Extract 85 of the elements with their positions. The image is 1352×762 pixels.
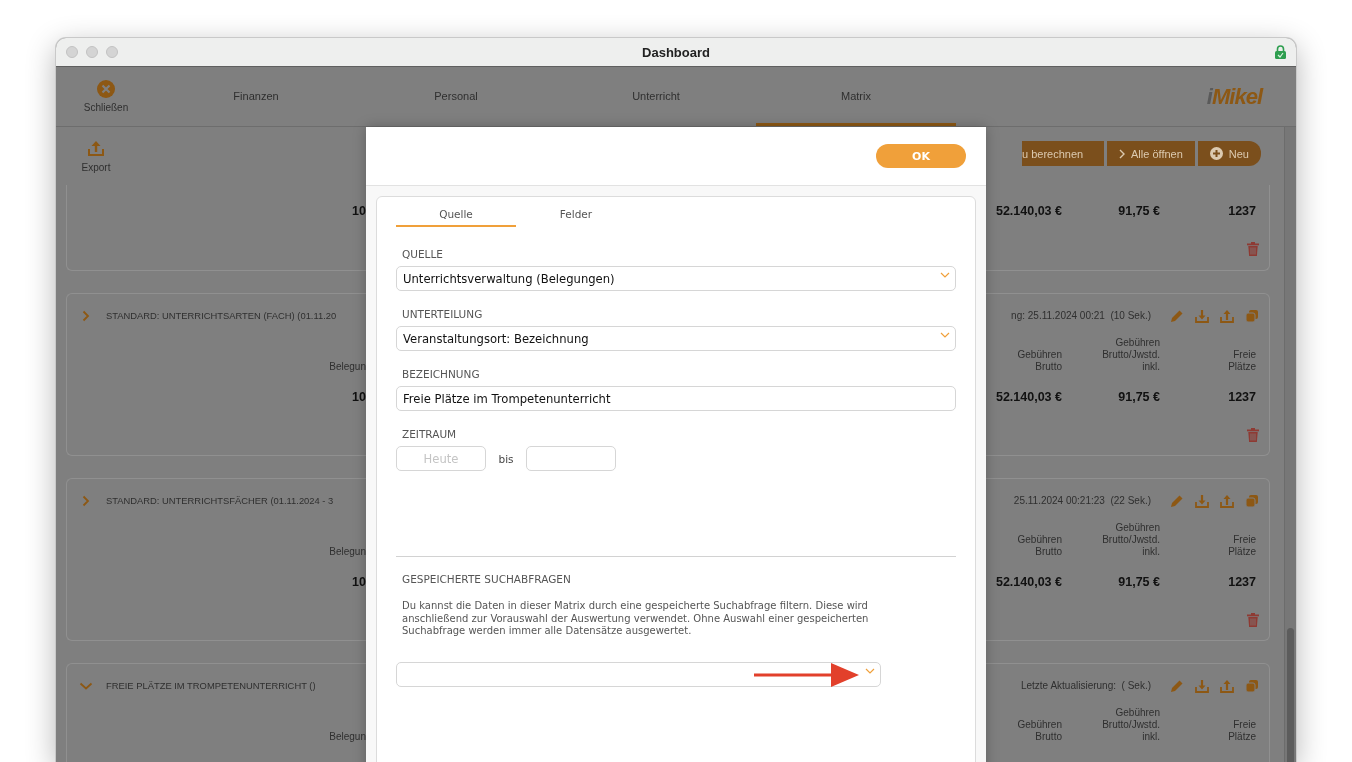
field-label: UNTERTEILUNG [401, 307, 484, 321]
plus-icon [1209, 147, 1223, 160]
update-info: ng: 25.11.2024 00:21 (10 Sek.) [1010, 310, 1151, 321]
download-icon[interactable] [1195, 493, 1209, 508]
toolbar-button[interactable]: Alle öffnen [1107, 141, 1195, 166]
column-header: Belegun [328, 731, 366, 743]
value-cell-text: 91,75 € [1117, 204, 1160, 218]
toolbar-button[interactable]: Neu [1197, 141, 1261, 166]
column-header: Freie Plätze [1227, 349, 1256, 373]
chevron-down-icon [940, 272, 950, 278]
column-header: Belegun [328, 546, 366, 558]
close-button[interactable]: Schließen [56, 67, 156, 126]
chevron-right-icon[interactable] [82, 494, 90, 507]
value-cell-text: 10 [351, 390, 366, 404]
column-header: Gebühren Brutto/Jwstd. inkl. [1101, 522, 1160, 558]
select-field[interactable] [396, 661, 881, 687]
pencil-icon[interactable] [1170, 678, 1184, 693]
trash-icon[interactable] [1247, 242, 1259, 256]
tab[interactable]: Quelle [396, 197, 516, 227]
column-header: Gebühren Brutto [1016, 534, 1062, 558]
value-cell-text: 91,75 € [1117, 575, 1160, 589]
value-cell-text: 1237 [1227, 204, 1256, 218]
field-label: QUELLE [401, 247, 444, 261]
tab[interactable]: Felder [516, 197, 636, 227]
value-cell-text: 10 [351, 575, 366, 589]
nav-tab[interactable]: Finanzen [156, 67, 356, 126]
update-info: 25.11.2024 00:21:23 (22 Sek.) [1012, 495, 1151, 506]
section-heading: GESPEICHERTE SUCHABFRAGEN [401, 572, 572, 586]
value-cell-text: 52.140,03 € [994, 390, 1062, 404]
copy-icon[interactable] [1245, 493, 1259, 508]
window-control[interactable] [66, 46, 78, 58]
chevron-right-icon[interactable] [82, 309, 90, 322]
value-cell-text: 10 [351, 204, 366, 218]
report-title[interactable]: FREIE PLÄTZE IM TROMPETENUNTERRICHT () [106, 680, 316, 691]
value-cell-text: 91,75 € [1117, 390, 1160, 404]
description-text: Du kannst die Daten in dieser Matrix durch eine gespeicherte Suchabfrage filtern. Diese wird anschließend zur Vorauswahl der Auswertung verwendet. Ohne Auswahl einer gespeicherten Suchabfrage werden immer alle Datensätze ausgewertet. [401, 600, 870, 638]
logo: iMikel [1206, 83, 1262, 110]
trash-icon[interactable] [1247, 613, 1259, 627]
trash-icon[interactable] [1247, 428, 1259, 442]
nav-tab[interactable]: Personal [356, 67, 556, 126]
upload-icon[interactable] [1220, 678, 1234, 693]
field-label: BEZEICHNUNG [401, 367, 481, 381]
chevron-down-icon [865, 667, 875, 674]
window-title: Dashboard [642, 44, 710, 60]
update-info: Letzte Aktualisierung: ( Sek.) [1019, 680, 1151, 691]
field-label: ZEITRAUM [401, 427, 458, 441]
upload-icon [88, 140, 104, 156]
column-header: Belegun [328, 361, 366, 373]
chevron-down-icon [940, 332, 950, 338]
upload-icon[interactable] [1220, 308, 1234, 323]
lock-icon [1275, 45, 1286, 59]
column-header: Gebühren Brutto/Jwstd. inkl. [1101, 337, 1160, 373]
column-header: Gebühren Brutto/Jwstd. inkl. [1101, 707, 1160, 743]
select-field[interactable]: Unterrichtsverwaltung (Belegungen) [396, 266, 956, 291]
toolbar-button[interactable]: u berechnen [1022, 141, 1104, 166]
chevron-right-icon [1119, 148, 1125, 159]
report-title[interactable]: STANDARD: UNTERRICHTSARTEN (FACH) (01.11.20 [106, 310, 337, 321]
date-field[interactable] [526, 446, 616, 471]
column-header: Gebühren Brutto [1016, 349, 1062, 373]
column-header: Freie Plätze [1227, 719, 1256, 743]
window-control[interactable] [106, 46, 118, 58]
download-icon[interactable] [1195, 308, 1209, 323]
value-cell-text: 52.140,03 € [994, 575, 1062, 589]
range-separator: bis [497, 452, 515, 465]
ok-button[interactable]: OK [876, 144, 966, 168]
window-control[interactable] [86, 46, 98, 58]
select-field[interactable]: Veranstaltungsort: Bezeichnung [396, 326, 956, 351]
close-icon [97, 80, 115, 98]
column-header: Gebühren Brutto [1016, 719, 1062, 743]
value-cell-text: 1237 [1227, 575, 1256, 589]
pencil-icon[interactable] [1170, 493, 1184, 508]
scrollbar[interactable] [1284, 127, 1296, 762]
upload-icon[interactable] [1220, 493, 1234, 508]
column-header: Freie Plätze [1227, 534, 1256, 558]
copy-icon[interactable] [1245, 308, 1259, 323]
value-cell-text: 52.140,03 € [994, 204, 1062, 218]
copy-icon[interactable] [1245, 678, 1259, 693]
value-cell-text: 1237 [1227, 390, 1256, 404]
export-button[interactable]: Export [56, 127, 136, 185]
text-field[interactable]: Freie Plätze im Trompetenunterricht [396, 386, 956, 411]
nav-tab[interactable]: Unterricht [556, 67, 756, 126]
pencil-icon[interactable] [1170, 308, 1184, 323]
report-title[interactable]: STANDARD: UNTERRICHTSFÄCHER (01.11.2024 - 3 [106, 495, 334, 506]
chevron-down-icon[interactable] [79, 681, 93, 690]
download-icon[interactable] [1195, 678, 1209, 693]
